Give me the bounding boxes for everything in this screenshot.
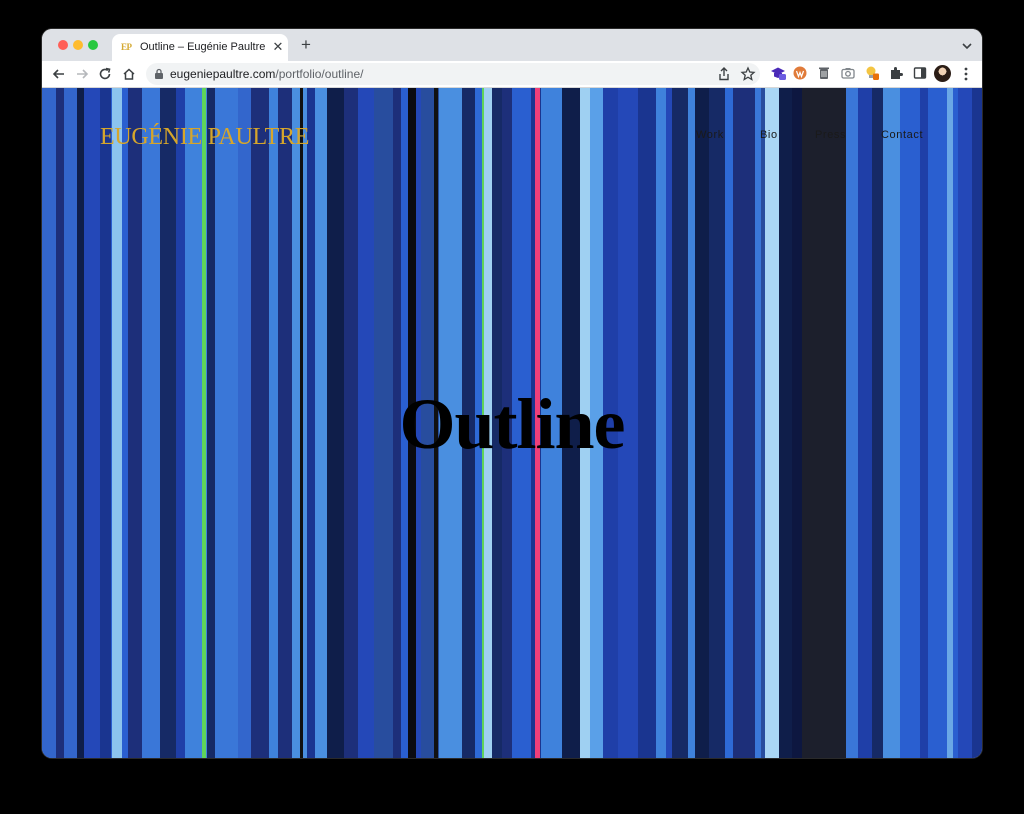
tab-search-chevron-icon[interactable] xyxy=(960,39,974,53)
favicon-icon: EP xyxy=(121,42,132,52)
nav-link-contact[interactable]: Contact xyxy=(881,129,923,141)
profile-avatar[interactable] xyxy=(934,65,951,82)
nav-link-bio[interactable]: Bio xyxy=(760,129,778,141)
window-maximize-button[interactable] xyxy=(88,40,98,50)
browser-toolbar: eugeniepaultre.com/portfolio/outline/ xyxy=(42,61,982,88)
trash-extension-icon[interactable] xyxy=(816,65,832,81)
kebab-menu-icon[interactable] xyxy=(960,65,972,83)
tab-title: Outline – Eugénie Paultre xyxy=(140,41,266,53)
graduation-cap-extension-icon[interactable] xyxy=(770,65,786,81)
nav-link-work[interactable]: Work xyxy=(696,129,724,141)
back-arrow-icon[interactable] xyxy=(50,65,68,83)
browser-window: EP Outline – Eugénie Paultre ✕ + eugenie… xyxy=(42,29,982,758)
url-text[interactable]: eugeniepaultre.com/portfolio/outline/ xyxy=(170,67,363,81)
tab-close-icon[interactable]: ✕ xyxy=(271,40,285,54)
url-path: /portfolio/outline/ xyxy=(275,67,364,81)
window-close-button[interactable] xyxy=(58,40,68,50)
nav-link-press[interactable]: Press xyxy=(815,129,846,141)
reload-icon[interactable] xyxy=(96,65,114,83)
wordpress-extension-icon[interactable] xyxy=(792,65,808,81)
web-page: EUGÉNIE PAULTRE Work Bio Press Contact O… xyxy=(42,88,982,758)
lock-icon[interactable] xyxy=(154,68,164,80)
address-bar[interactable]: eugeniepaultre.com/portfolio/outline/ xyxy=(146,63,760,85)
side-panel-icon[interactable] xyxy=(912,65,928,81)
tab-outline[interactable]: EP Outline – Eugénie Paultre ✕ xyxy=(112,34,288,61)
forward-arrow-icon[interactable] xyxy=(73,65,91,83)
window-minimize-button[interactable] xyxy=(73,40,83,50)
site-logo[interactable]: EUGÉNIE PAULTRE xyxy=(100,124,309,151)
url-host: eugeniepaultre.com xyxy=(170,67,276,81)
home-icon[interactable] xyxy=(120,65,138,83)
share-icon[interactable] xyxy=(716,66,732,82)
tab-strip: EP Outline – Eugénie Paultre ✕ + xyxy=(42,29,982,61)
star-icon[interactable] xyxy=(740,66,756,82)
puzzle-icon[interactable] xyxy=(888,65,904,81)
bulb-extension-icon[interactable] xyxy=(864,65,880,81)
new-tab-button[interactable]: + xyxy=(296,35,316,55)
page-title: Outline xyxy=(399,384,625,464)
camera-extension-icon[interactable] xyxy=(840,65,856,81)
